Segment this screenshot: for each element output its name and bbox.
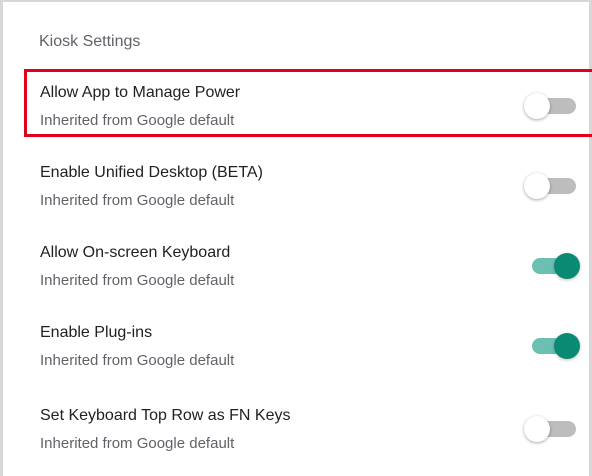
setting-sublabel: Inherited from Google default [40,192,235,209]
setting-label: Enable Unified Desktop (BETA) [40,164,263,181]
setting-sublabel: Inherited from Google default [40,112,235,129]
setting-row-enable-unified-desktop: Enable Unified Desktop (BETA) Inherited … [24,149,592,217]
setting-sublabel: Inherited from Google default [40,435,235,452]
toggle-knob [524,93,550,119]
setting-sublabel: Inherited from Google default [40,272,235,289]
keyboard-top-row-fn-keys-toggle[interactable] [524,416,580,442]
setting-label: Set Keyboard Top Row as FN Keys [40,407,291,424]
allow-app-manage-power-toggle[interactable] [524,93,580,119]
allow-onscreen-keyboard-toggle[interactable] [524,253,580,279]
setting-row-allow-onscreen-keyboard: Allow On-screen Keyboard Inherited from … [24,229,592,297]
setting-row-allow-app-manage-power: Allow App to Manage Power Inherited from… [24,69,592,137]
toggle-knob [524,416,550,442]
toggle-knob [524,173,550,199]
setting-label: Allow App to Manage Power [40,84,241,101]
setting-label: Enable Plug-ins [40,324,153,341]
enable-unified-desktop-toggle[interactable] [524,173,580,199]
setting-row-enable-plugins: Enable Plug-ins Inherited from Google de… [24,309,592,377]
settings-panel: Kiosk Settings Allow App to Manage Power… [0,0,592,476]
setting-sublabel: Inherited from Google default [40,352,235,369]
setting-row-keyboard-top-row-fn-keys: Set Keyboard Top Row as FN Keys Inherite… [24,392,592,460]
enable-plugins-toggle[interactable] [524,333,580,359]
toggle-knob [554,333,580,359]
toggle-knob [554,253,580,279]
section-title: Kiosk Settings [39,33,141,50]
setting-label: Allow On-screen Keyboard [40,244,231,261]
